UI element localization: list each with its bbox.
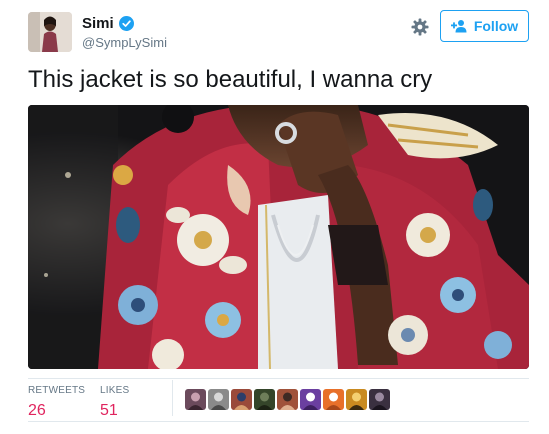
likes-label: LIKES [100,385,130,396]
stats-divider-bottom [28,421,529,422]
retweets-label: RETWEETS [28,385,86,396]
likes-count: 51 [100,402,118,419]
jacket-photo [28,105,529,369]
liker-avatar[interactable] [254,389,275,410]
liker-avatar-image [231,389,252,410]
liker-avatar[interactable] [231,389,252,410]
liker-avatar[interactable] [185,389,206,410]
liker-avatar-image [323,389,344,410]
avatar-photo [28,12,72,52]
follow-button-label: Follow [473,18,519,34]
liker-avatar-image [369,389,390,410]
liker-avatar-image [346,389,367,410]
liker-avatar-image [300,389,321,410]
liker-avatar[interactable] [369,389,390,410]
liker-avatar[interactable] [277,389,298,410]
verified-badge-icon [118,16,134,31]
stats-separator [172,380,173,416]
likes-stat[interactable]: LIKES 51 [100,385,129,420]
tweet-text: This jacket is so beautiful, I wanna cry [28,66,433,93]
liker-avatars [185,389,390,410]
liker-avatar[interactable] [323,389,344,410]
retweets-count: 26 [28,402,46,419]
liker-avatar[interactable] [346,389,367,410]
follow-button[interactable]: Follow [440,10,529,42]
retweets-stat[interactable]: RETWEETS 26 [28,385,85,420]
liker-avatar[interactable] [300,389,321,410]
author-display-name[interactable]: Simi [82,15,114,32]
author-name-row[interactable]: Simi [82,15,134,32]
liker-avatar[interactable] [208,389,229,410]
stats-divider-top [28,378,529,379]
liker-avatar-image [185,389,206,410]
liker-avatar-image [254,389,275,410]
liker-avatar-image [208,389,229,410]
gear-icon[interactable] [411,18,429,36]
author-handle[interactable]: @SympLySimi [82,35,167,50]
tweet-media-photo[interactable] [28,105,529,369]
liker-avatar-image [277,389,298,410]
add-person-icon [450,20,467,33]
avatar[interactable] [28,12,72,52]
